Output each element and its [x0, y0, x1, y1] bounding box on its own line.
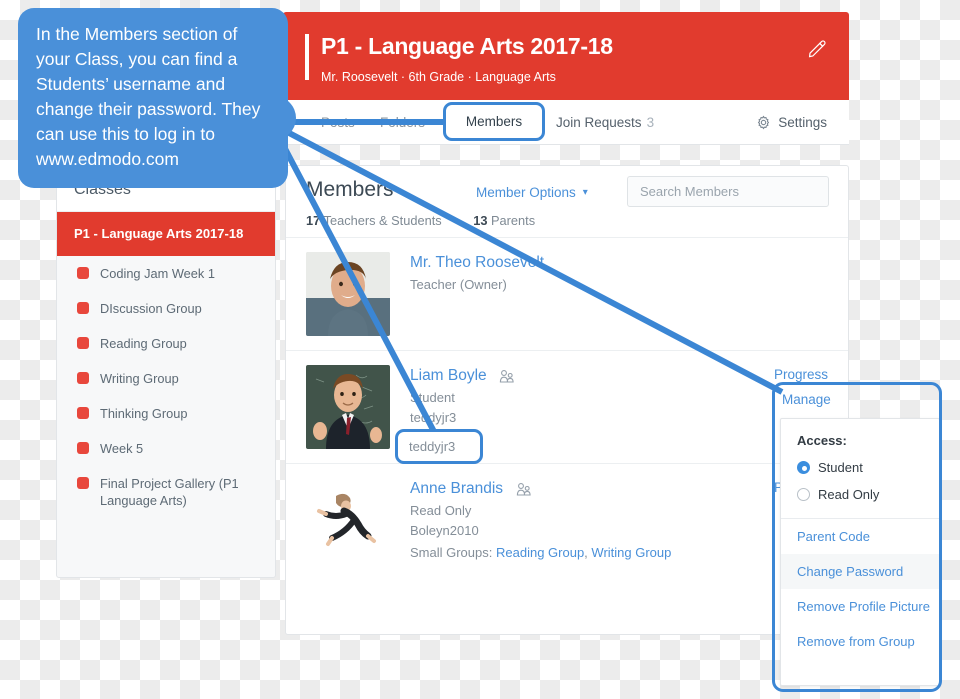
member-username: teddyjr3	[410, 410, 457, 426]
pencil-icon[interactable]	[807, 38, 827, 58]
teachers-students-count: 17	[306, 213, 321, 228]
member-name-link[interactable]: Anne Brandis	[410, 480, 503, 498]
class-banner: P1 - Language Arts 2017-18 Mr. Roosevelt…	[283, 12, 849, 100]
member-role: Student	[410, 390, 455, 406]
radio-unselected-icon	[797, 488, 810, 501]
parent-icon	[516, 482, 532, 497]
search-input[interactable]	[627, 176, 829, 207]
gear-icon	[756, 115, 771, 130]
tab-settings-label: Settings	[778, 115, 827, 130]
tab-settings[interactable]: Settings	[756, 100, 827, 145]
avatar	[306, 365, 390, 449]
page-title: Members	[306, 178, 394, 201]
radio-selected-icon	[797, 461, 810, 474]
tab-posts[interactable]: Posts	[321, 100, 355, 145]
radio-read-only-label: Read Only	[818, 487, 880, 502]
sidebar-item-group[interactable]: Coding Jam Week 1	[57, 256, 275, 291]
app-shell: P1 - Language Arts 2017-18 Mr. Roosevelt…	[0, 0, 960, 699]
tab-members-label: Members	[455, 115, 512, 130]
join-requests-count: 3	[646, 115, 655, 130]
sidebar-item-active-class[interactable]: P1 - Language Arts 2017-18	[57, 212, 275, 256]
sidebar-group-label: Reading Group	[100, 336, 187, 351]
progress-link[interactable]: Progress	[774, 367, 828, 382]
member-info: Anne Brandis Read Only Boleyn2010 Small …	[410, 478, 828, 563]
callout-tail-blob	[262, 134, 284, 156]
group-color-swatch	[77, 372, 89, 384]
group-color-swatch	[77, 477, 89, 489]
sidebar-item-group[interactable]: Week 5	[57, 431, 275, 466]
chevron-down-icon: ▾	[582, 186, 588, 198]
radio-student[interactable]: Student	[781, 448, 939, 475]
sidebar-item-group[interactable]: Reading Group	[57, 326, 275, 361]
sidebar-item-group[interactable]: Final Project Gallery (P1 Language Arts)	[57, 466, 275, 518]
member-info: Mr. Theo Roosevelt Teacher (Owner)	[410, 252, 828, 336]
callout-tail-blob	[244, 128, 276, 160]
parents-count: 13	[473, 213, 488, 228]
group-color-swatch	[77, 407, 89, 419]
manage-panel: Access: Student Read Only Parent Code Ch…	[780, 418, 940, 686]
member-info: Liam Boyle Student teddyjr3 Progress	[410, 365, 828, 449]
small-group-link[interactable]: Writing Group	[591, 545, 671, 560]
sidebar-item-group[interactable]: Thinking Group	[57, 396, 275, 431]
instruction-callout: In the Members section of your Class, yo…	[18, 8, 288, 188]
teachers-students-label: Teachers & Students	[323, 213, 442, 228]
tab-join-requests-label: Join Requests	[556, 115, 642, 130]
members-panel: Members Member Options ▾ 17 Teachers & S…	[285, 165, 849, 635]
table-row: Liam Boyle Student teddyjr3 Progress	[286, 351, 848, 464]
sidebar-group-label: Final Project Gallery (P1 Language Arts)	[100, 476, 239, 508]
tab-folders-label: Folders	[380, 115, 426, 130]
avatar	[306, 478, 390, 562]
member-role: Read Only	[410, 503, 472, 519]
member-name-link[interactable]: Liam Boyle	[410, 367, 487, 385]
sidebar-group-label: Week 5	[100, 441, 144, 456]
manage-dropdown: Manage Access: Student Read Only Parent …	[772, 382, 948, 694]
banner-accent-bar	[305, 34, 309, 80]
menu-item-remove-profile-picture[interactable]: Remove Profile Picture	[781, 589, 939, 624]
tab-posts-label: Posts	[321, 115, 355, 130]
sidebar-group-label: Writing Group	[100, 371, 179, 386]
sidebar-header: Classes	[57, 169, 275, 212]
member-name-link[interactable]: Mr. Theo Roosevelt	[410, 254, 544, 272]
sidebar-item-group[interactable]: DIscussion Group	[57, 291, 275, 326]
member-counts: 17 Teachers & Students 13 Parents	[306, 213, 535, 228]
member-options-label: Member Options	[476, 185, 576, 200]
small-group-link[interactable]: Reading Group	[496, 545, 584, 560]
member-role: Teacher (Owner)	[410, 277, 507, 293]
members-header: Members Member Options ▾ 17 Teachers & S…	[286, 166, 848, 238]
class-title: P1 - Language Arts 2017-18	[321, 33, 613, 59]
parent-icon	[499, 369, 515, 384]
member-username: Boleyn2010	[410, 523, 479, 539]
class-subtitle: Mr. Roosevelt · 6th Grade · Language Art…	[321, 70, 556, 84]
table-row: Mr. Theo Roosevelt Teacher (Owner)	[286, 238, 848, 351]
avatar	[306, 252, 390, 336]
menu-item-remove-from-group[interactable]: Remove from Group	[781, 624, 939, 659]
group-color-swatch	[77, 267, 89, 279]
access-label: Access:	[797, 433, 847, 448]
radio-student-label: Student	[818, 460, 863, 475]
tab-folders[interactable]: Folders	[380, 100, 425, 145]
member-small-groups: Small Groups: Reading Group, Writing Gro…	[410, 545, 672, 561]
sidebar-group-label: Thinking Group	[100, 406, 188, 421]
manage-link[interactable]: Manage	[782, 392, 831, 407]
group-color-swatch	[77, 442, 89, 454]
parents-label: Parents	[491, 213, 536, 228]
tab-bar: Posts Folders Members Join Requests 3 Se…	[283, 100, 849, 145]
sidebar-group-label: Coding Jam Week 1	[100, 266, 215, 281]
menu-item-change-password[interactable]: Change Password	[781, 554, 939, 589]
radio-read-only[interactable]: Read Only	[781, 475, 939, 502]
group-color-swatch	[77, 302, 89, 314]
table-row: Anne Brandis Read Only Boleyn2010 Small …	[286, 464, 848, 577]
menu-item-parent-code[interactable]: Parent Code	[781, 519, 939, 554]
group-color-swatch	[77, 337, 89, 349]
sidebar-group-label: DIscussion Group	[100, 301, 202, 316]
small-groups-label: Small Groups:	[410, 545, 493, 561]
tab-join-requests[interactable]: Join Requests 3	[556, 100, 654, 145]
member-options-dropdown[interactable]: Member Options ▾	[476, 185, 588, 200]
tab-members[interactable]: Members	[455, 100, 511, 145]
classes-sidebar: Classes P1 - Language Arts 2017-18 Codin…	[56, 168, 276, 578]
sidebar-item-group[interactable]: Writing Group	[57, 361, 275, 396]
